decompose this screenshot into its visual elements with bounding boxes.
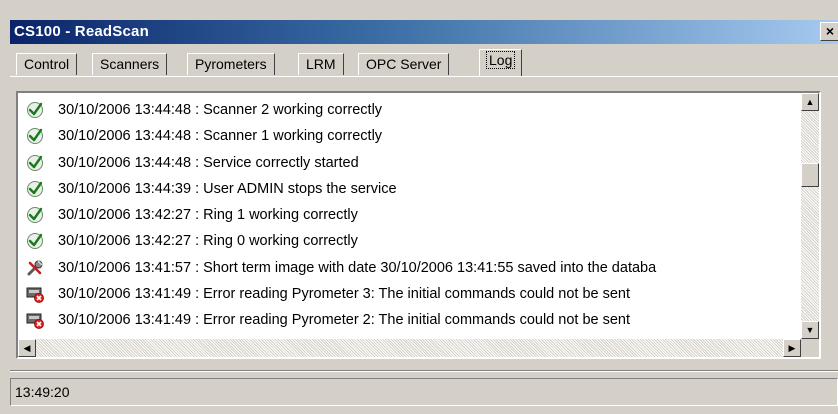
error-device-icon (26, 285, 44, 303)
log-entry-text: 30/10/2006 13:44:39 : User ADMIN stops t… (58, 180, 397, 197)
check-icon (26, 180, 44, 198)
scroll-left-button[interactable]: ◀ (18, 339, 36, 357)
log-entry[interactable]: 30/10/2006 13:41:57 : Short term image w… (18, 255, 801, 281)
scrollbar-corner (801, 339, 819, 357)
check-icon (26, 232, 44, 250)
divider (10, 370, 838, 372)
log-rows: 30/10/2006 13:44:48 : Scanner 2 working … (18, 97, 801, 339)
scroll-right-button[interactable]: ▶ (783, 339, 801, 357)
title-bar[interactable]: CS100 - ReadScan × (10, 20, 838, 44)
readscan-window: CS100 - ReadScan × Control Scanners Pyro… (0, 0, 838, 414)
log-entry[interactable]: 30/10/2006 13:41:49 : Error reading Pyro… (18, 281, 801, 307)
log-entry-text: 30/10/2006 13:44:48 : Scanner 1 working … (58, 128, 383, 145)
tab-opc-server[interactable]: OPC Server (358, 53, 450, 75)
tab-label: Control (24, 56, 70, 72)
check-icon (26, 206, 44, 224)
tab-label: Scanners (100, 56, 160, 72)
check-icon (26, 154, 44, 172)
log-entry-text: 30/10/2006 13:44:48 : Service correctly … (58, 154, 359, 171)
tab-strip: Control Scanners Pyrometers LRM OPC Serv… (10, 48, 838, 76)
tools-icon (26, 259, 44, 277)
check-icon (26, 127, 44, 145)
log-entry[interactable]: 30/10/2006 13:44:48 : Scanner 1 working … (18, 123, 801, 149)
tab-label: LRM (306, 56, 336, 72)
log-entry[interactable]: 30/10/2006 13:42:27 : Ring 0 working cor… (18, 228, 801, 254)
scroll-down-button[interactable]: ▼ (801, 321, 819, 339)
scroll-up-button[interactable]: ▲ (801, 93, 819, 111)
tab-lrm[interactable]: LRM (298, 53, 344, 75)
log-entry-text: 30/10/2006 13:41:49 : Error reading Pyro… (58, 286, 631, 303)
tab-log[interactable]: Log (479, 49, 523, 76)
log-entry-text: 30/10/2006 13:42:27 : Ring 1 working cor… (58, 207, 358, 224)
vertical-scroll-thumb[interactable] (801, 163, 819, 187)
status-time: 13:49:20 (15, 384, 70, 400)
tab-label: Log (485, 51, 516, 69)
tab-pyrometers[interactable]: Pyrometers (187, 53, 275, 75)
log-entry[interactable]: 30/10/2006 13:44:48 : Scanner 2 working … (18, 97, 801, 123)
log-entry[interactable]: 30/10/2006 13:44:39 : User ADMIN stops t… (18, 176, 801, 202)
tab-control[interactable]: Control (16, 53, 78, 75)
log-entry[interactable]: 30/10/2006 13:41:49 : Error reading Pyro… (18, 307, 801, 333)
status-bar: 13:49:20 (10, 378, 838, 406)
log-list[interactable]: 30/10/2006 13:44:48 : Scanner 2 working … (16, 91, 821, 359)
horizontal-scrollbar[interactable]: ◀ ▶ (18, 339, 801, 357)
tab-label: OPC Server (366, 56, 442, 72)
log-entry-text: 30/10/2006 13:41:49 : Error reading Pyro… (58, 312, 631, 329)
check-icon (26, 101, 44, 119)
window-title: CS100 - ReadScan (14, 23, 149, 40)
close-button[interactable]: × (820, 22, 838, 41)
log-entry-text: 30/10/2006 13:44:48 : Scanner 2 working … (58, 102, 383, 118)
vertical-scrollbar[interactable]: ▲ ▼ (801, 93, 819, 339)
log-entry[interactable]: 30/10/2006 13:42:27 : Ring 1 working cor… (18, 202, 801, 228)
tab-scanners[interactable]: Scanners (92, 53, 168, 75)
tab-label: Pyrometers (195, 56, 267, 72)
error-device-icon (26, 311, 44, 330)
log-entry-text: 30/10/2006 13:41:57 : Short term image w… (58, 259, 657, 276)
log-entry[interactable]: 30/10/2006 13:44:48 : Service correctly … (18, 150, 801, 176)
log-entry-text: 30/10/2006 13:42:27 : Ring 0 working cor… (58, 233, 358, 250)
